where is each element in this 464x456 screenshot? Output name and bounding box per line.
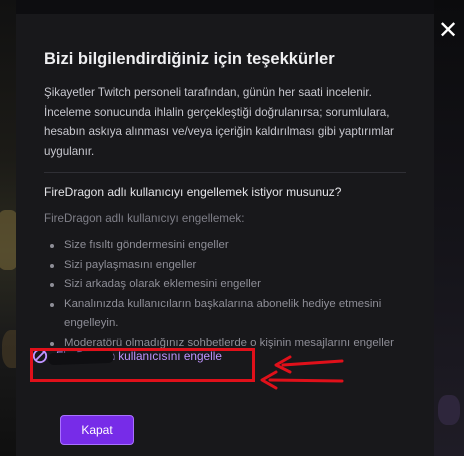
background-shape bbox=[438, 395, 460, 425]
divider bbox=[44, 172, 406, 173]
annotation-highlight-box bbox=[30, 348, 255, 382]
list-item: Size fısıltı göndermesini engeller bbox=[44, 236, 414, 256]
close-button[interactable]: Kapat bbox=[60, 415, 134, 445]
close-icon[interactable]: ✕ bbox=[436, 18, 460, 42]
block-question: FireDragon adlı kullanıcıyı engellemek i… bbox=[44, 185, 342, 199]
report-confirmation-dialog: Bizi bilgilendirdiğiniz için teşekkürler… bbox=[16, 14, 434, 456]
dialog-body: Şikayetler Twitch personeli tarafından, … bbox=[44, 86, 394, 158]
dialog-title: Bizi bilgilendirdiğiniz için teşekkürler bbox=[44, 50, 335, 68]
block-intro: FireDragon adlı kullanıcıyı engellemek: bbox=[44, 212, 245, 225]
background-stream-right bbox=[434, 0, 464, 456]
list-item: Sizi paylaşmasını engeller bbox=[44, 256, 414, 276]
block-effects-list: Size fısıltı göndermesini engeller Sizi … bbox=[44, 236, 414, 354]
list-item: Sizi arkadaş olarak eklemesini engeller bbox=[44, 275, 414, 295]
list-item: Kanalınızda kullanıcıların başkalarına a… bbox=[44, 295, 414, 334]
